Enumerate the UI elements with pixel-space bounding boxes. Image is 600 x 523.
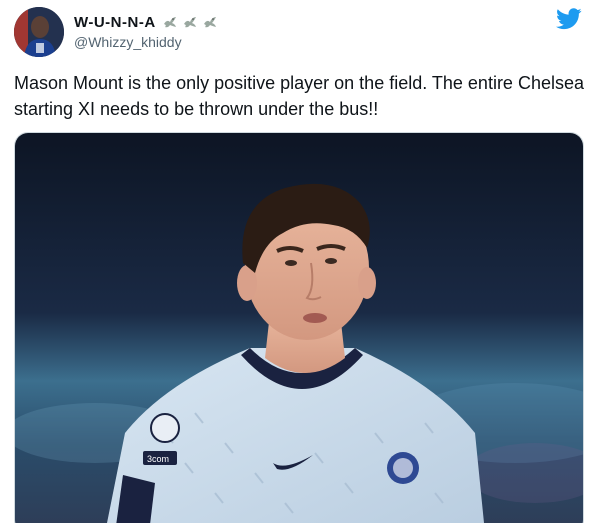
user-block: W-U-N-N-A @Whizzy_khiddy (74, 14, 218, 50)
tweet-card: W-U-N-N-A @Whizzy_khiddy Mason Mount is … (0, 0, 600, 523)
display-name-row: W-U-N-N-A (74, 14, 218, 31)
avatar[interactable] (14, 7, 64, 57)
tweet-photo[interactable]: 3com (14, 132, 584, 523)
tweet-text: Mason Mount is the only positive player … (14, 73, 584, 119)
user-handle[interactable]: @Whizzy_khiddy (74, 34, 218, 50)
tweet-header: W-U-N-N-A @Whizzy_khiddy (14, 6, 218, 58)
dove-icon (202, 15, 218, 31)
dove-icon (162, 15, 178, 31)
twitter-bird-icon[interactable] (556, 8, 582, 30)
name-emoji-group (162, 15, 218, 31)
display-name[interactable]: W-U-N-N-A (74, 14, 156, 31)
dove-icon (182, 15, 198, 31)
jersey-sponsor-text: 3com (147, 454, 169, 464)
